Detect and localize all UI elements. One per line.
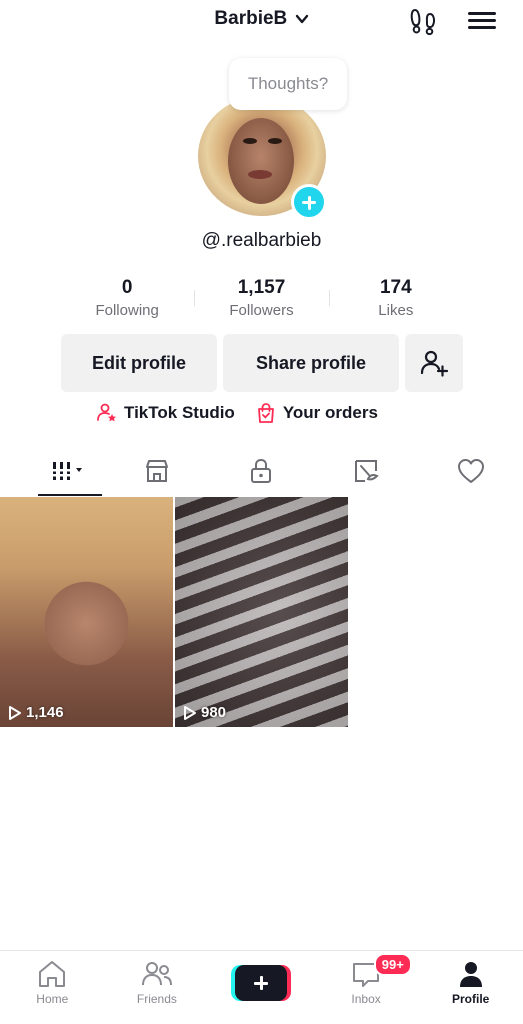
nav-friends[interactable]: Friends xyxy=(105,951,210,1024)
play-icon xyxy=(9,705,21,720)
tab-liked[interactable] xyxy=(418,446,523,496)
lock-icon xyxy=(251,458,272,483)
tab-reposts[interactable] xyxy=(314,446,419,496)
nav-profile[interactable]: Profile xyxy=(418,951,523,1024)
stat-value: 1,157 xyxy=(237,277,286,298)
tab-shop[interactable] xyxy=(105,446,210,496)
shop-icon xyxy=(145,460,168,482)
heart-icon xyxy=(457,459,484,483)
shopping-bag-icon xyxy=(257,403,274,423)
your-orders-label: Your orders xyxy=(282,403,378,422)
studio-icon xyxy=(97,403,116,422)
add-user-icon xyxy=(420,350,449,377)
thoughts-bubble[interactable]: Thoughts? xyxy=(229,58,347,110)
add-story-button[interactable] xyxy=(291,184,327,220)
profile-handle: @.realbarbieb xyxy=(201,230,322,251)
profile-actions: Edit profile Share profile xyxy=(61,334,463,392)
share-profile-button[interactable]: Share profile xyxy=(223,334,399,392)
tiktok-studio-label: TikTok Studio xyxy=(124,403,235,422)
stat-label: Likes xyxy=(378,302,414,319)
home-icon xyxy=(39,961,66,987)
nav-profile-label: Profile xyxy=(452,992,490,1006)
view-count: 1,146 xyxy=(8,704,64,721)
content-tabs xyxy=(0,446,523,496)
video-thumbnail[interactable]: 1,146 xyxy=(0,497,173,727)
tab-private[interactable] xyxy=(209,446,314,496)
view-count-value: 980 xyxy=(201,704,227,721)
nav-home-label: Home xyxy=(36,992,69,1006)
video-grid: 1,146 980 xyxy=(0,497,348,727)
stat-likes[interactable]: 174 Likes xyxy=(328,276,463,326)
stat-value: 0 xyxy=(121,277,133,298)
chevron-down-icon xyxy=(295,14,308,24)
nav-create[interactable] xyxy=(209,951,314,1024)
view-count-value: 1,146 xyxy=(26,704,64,721)
tiktok-studio-link[interactable]: TikTok Studio xyxy=(96,402,235,424)
nav-home[interactable]: Home xyxy=(0,951,105,1024)
nav-friends-label: Friends xyxy=(136,992,177,1006)
thoughts-placeholder: Thoughts? xyxy=(247,74,329,93)
profile-icon xyxy=(459,962,482,987)
repost-icon xyxy=(355,460,379,482)
your-orders-link[interactable]: Your orders xyxy=(255,402,378,424)
profile-links: TikTok Studio Your orders xyxy=(96,402,378,424)
video-thumbnail[interactable]: 980 xyxy=(175,497,348,727)
bottom-nav: Home Friends 99+ Inbox Profile xyxy=(0,950,523,1024)
stat-label: Followers xyxy=(229,302,294,319)
stat-label: Following xyxy=(95,302,159,319)
inbox-badge: 99+ xyxy=(373,953,412,976)
create-icon xyxy=(235,965,288,1001)
account-name: BarbieB xyxy=(214,8,288,29)
top-bar: BarbieB xyxy=(0,0,523,44)
footprints-icon[interactable] xyxy=(408,6,438,36)
grid-icon xyxy=(51,462,82,480)
edit-profile-button[interactable]: Edit profile xyxy=(61,334,217,392)
play-icon xyxy=(184,705,196,720)
menu-icon[interactable] xyxy=(468,8,496,34)
nav-inbox-label: Inbox xyxy=(351,992,381,1006)
nav-inbox[interactable]: 99+ Inbox xyxy=(314,951,419,1024)
tab-videos[interactable] xyxy=(0,446,105,496)
stat-value: 174 xyxy=(379,277,412,298)
stat-following[interactable]: 0 Following xyxy=(60,276,194,326)
add-friend-button[interactable] xyxy=(405,334,463,392)
view-count: 980 xyxy=(183,704,226,721)
account-switcher[interactable]: BarbieB xyxy=(0,8,523,30)
stat-followers[interactable]: 1,157 Followers xyxy=(194,276,328,326)
friends-icon xyxy=(141,962,172,986)
profile-stats: 0 Following 1,157 Followers 174 Likes xyxy=(60,276,463,326)
